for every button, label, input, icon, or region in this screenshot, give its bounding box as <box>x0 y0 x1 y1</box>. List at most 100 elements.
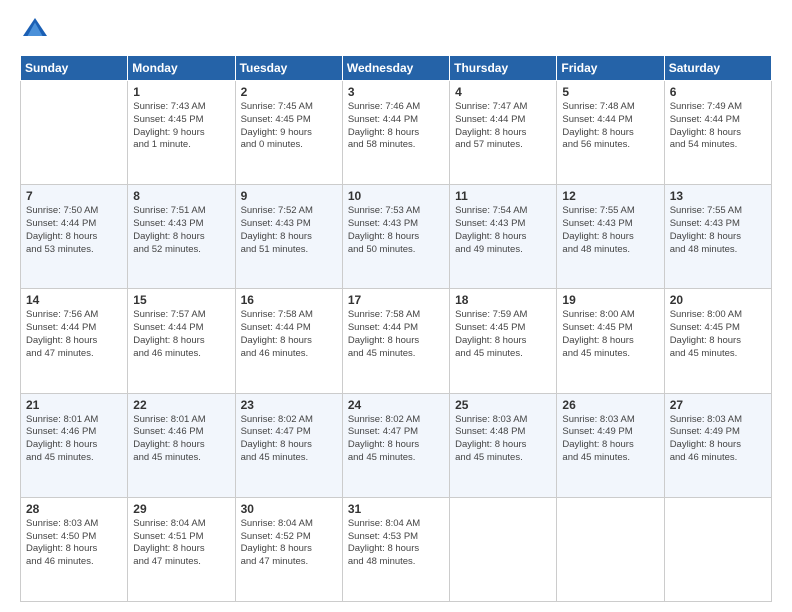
day-number: 28 <box>26 502 122 516</box>
day-number: 16 <box>241 293 337 307</box>
day-number: 5 <box>562 85 658 99</box>
day-info: Sunrise: 8:02 AM Sunset: 4:47 PM Dayligh… <box>241 414 337 465</box>
day-cell: 22 Sunrise: 8:01 AM Sunset: 4:46 PM Dayli… <box>128 393 235 497</box>
day-cell: 25 Sunrise: 8:03 AM Sunset: 4:48 PM Dayli… <box>450 393 557 497</box>
day-number: 30 <box>241 502 337 516</box>
day-info: Sunrise: 7:53 AM Sunset: 4:43 PM Dayligh… <box>348 205 444 256</box>
day-info: Sunrise: 8:03 AM Sunset: 4:49 PM Dayligh… <box>562 414 658 465</box>
day-cell: 30 Sunrise: 8:04 AM Sunset: 4:52 PM Dayli… <box>235 497 342 601</box>
day-number: 23 <box>241 398 337 412</box>
day-info: Sunrise: 7:48 AM Sunset: 4:44 PM Dayligh… <box>562 101 658 152</box>
day-info: Sunrise: 8:01 AM Sunset: 4:46 PM Dayligh… <box>26 414 122 465</box>
day-info: Sunrise: 7:43 AM Sunset: 4:45 PM Dayligh… <box>133 101 229 152</box>
day-cell: 17 Sunrise: 7:58 AM Sunset: 4:44 PM Dayli… <box>342 289 449 393</box>
day-info: Sunrise: 7:46 AM Sunset: 4:44 PM Dayligh… <box>348 101 444 152</box>
day-number: 25 <box>455 398 551 412</box>
header <box>20 15 772 45</box>
day-cell <box>450 497 557 601</box>
day-info: Sunrise: 7:51 AM Sunset: 4:43 PM Dayligh… <box>133 205 229 256</box>
day-cell: 27 Sunrise: 8:03 AM Sunset: 4:49 PM Dayli… <box>664 393 771 497</box>
day-cell: 19 Sunrise: 8:00 AM Sunset: 4:45 PM Dayli… <box>557 289 664 393</box>
day-info: Sunrise: 8:03 AM Sunset: 4:50 PM Dayligh… <box>26 518 122 569</box>
day-cell: 16Sunrise: 7:58 AM Sunset: 4:44 PM Dayli… <box>235 289 342 393</box>
day-header-friday: Friday <box>557 56 664 81</box>
day-number: 8 <box>133 189 229 203</box>
day-info: Sunrise: 7:47 AM Sunset: 4:44 PM Dayligh… <box>455 101 551 152</box>
day-info: Sunrise: 7:49 AM Sunset: 4:44 PM Dayligh… <box>670 101 766 152</box>
week-row-1: 1 Sunrise: 7:43 AM Sunset: 4:45 PM Daylig… <box>21 81 772 185</box>
day-info: Sunrise: 8:01 AM Sunset: 4:46 PM Dayligh… <box>133 414 229 465</box>
day-cell: 5 Sunrise: 7:48 AM Sunset: 4:44 PM Daylig… <box>557 81 664 185</box>
day-cell: 15 Sunrise: 7:57 AM Sunset: 4:44 PM Dayli… <box>128 289 235 393</box>
day-number: 19 <box>562 293 658 307</box>
day-number: 7 <box>26 189 122 203</box>
logo <box>20 15 54 45</box>
week-row-3: 14Sunrise: 7:56 AM Sunset: 4:44 PM Dayli… <box>21 289 772 393</box>
day-info: Sunrise: 7:50 AM Sunset: 4:44 PM Dayligh… <box>26 205 122 256</box>
day-number: 20 <box>670 293 766 307</box>
day-info: Sunrise: 7:58 AM Sunset: 4:44 PM Dayligh… <box>348 309 444 360</box>
day-cell <box>664 497 771 601</box>
day-info: Sunrise: 7:54 AM Sunset: 4:43 PM Dayligh… <box>455 205 551 256</box>
day-number: 27 <box>670 398 766 412</box>
day-cell: 29 Sunrise: 8:04 AM Sunset: 4:51 PM Dayli… <box>128 497 235 601</box>
day-number: 10 <box>348 189 444 203</box>
day-number: 11 <box>455 189 551 203</box>
day-header-tuesday: Tuesday <box>235 56 342 81</box>
day-number: 14 <box>26 293 122 307</box>
day-info: Sunrise: 7:55 AM Sunset: 4:43 PM Dayligh… <box>562 205 658 256</box>
day-number: 31 <box>348 502 444 516</box>
day-cell: 11 Sunrise: 7:54 AM Sunset: 4:43 PM Dayli… <box>450 185 557 289</box>
day-cell <box>21 81 128 185</box>
day-cell: 4 Sunrise: 7:47 AM Sunset: 4:44 PM Daylig… <box>450 81 557 185</box>
day-cell: 13Sunrise: 7:55 AM Sunset: 4:43 PM Dayli… <box>664 185 771 289</box>
day-header-monday: Monday <box>128 56 235 81</box>
day-number: 4 <box>455 85 551 99</box>
day-number: 17 <box>348 293 444 307</box>
day-number: 18 <box>455 293 551 307</box>
day-cell: 3 Sunrise: 7:46 AM Sunset: 4:44 PM Daylig… <box>342 81 449 185</box>
day-number: 24 <box>348 398 444 412</box>
day-cell: 14Sunrise: 7:56 AM Sunset: 4:44 PM Dayli… <box>21 289 128 393</box>
day-header-thursday: Thursday <box>450 56 557 81</box>
day-header-sunday: Sunday <box>21 56 128 81</box>
page: SundayMondayTuesdayWednesdayThursdayFrid… <box>0 0 792 612</box>
day-info: Sunrise: 7:45 AM Sunset: 4:45 PM Dayligh… <box>241 101 337 152</box>
day-cell: 8 Sunrise: 7:51 AM Sunset: 4:43 PM Daylig… <box>128 185 235 289</box>
day-info: Sunrise: 8:03 AM Sunset: 4:49 PM Dayligh… <box>670 414 766 465</box>
day-cell: 6 Sunrise: 7:49 AM Sunset: 4:44 PM Daylig… <box>664 81 771 185</box>
calendar: SundayMondayTuesdayWednesdayThursdayFrid… <box>20 55 772 602</box>
day-cell <box>557 497 664 601</box>
day-info: Sunrise: 8:03 AM Sunset: 4:48 PM Dayligh… <box>455 414 551 465</box>
day-info: Sunrise: 8:00 AM Sunset: 4:45 PM Dayligh… <box>562 309 658 360</box>
day-cell: 2Sunrise: 7:45 AM Sunset: 4:45 PM Daylig… <box>235 81 342 185</box>
day-number: 29 <box>133 502 229 516</box>
week-row-5: 28 Sunrise: 8:03 AM Sunset: 4:50 PM Dayli… <box>21 497 772 601</box>
week-row-4: 21Sunrise: 8:01 AM Sunset: 4:46 PM Dayli… <box>21 393 772 497</box>
day-info: Sunrise: 7:59 AM Sunset: 4:45 PM Dayligh… <box>455 309 551 360</box>
day-cell: 20 Sunrise: 8:00 AM Sunset: 4:45 PM Dayli… <box>664 289 771 393</box>
day-number: 22 <box>133 398 229 412</box>
day-info: Sunrise: 8:02 AM Sunset: 4:47 PM Dayligh… <box>348 414 444 465</box>
day-cell: 1 Sunrise: 7:43 AM Sunset: 4:45 PM Daylig… <box>128 81 235 185</box>
day-info: Sunrise: 8:04 AM Sunset: 4:51 PM Dayligh… <box>133 518 229 569</box>
day-number: 1 <box>133 85 229 99</box>
days-header-row: SundayMondayTuesdayWednesdayThursdayFrid… <box>21 56 772 81</box>
day-header-saturday: Saturday <box>664 56 771 81</box>
week-row-2: 7 Sunrise: 7:50 AM Sunset: 4:44 PM Daylig… <box>21 185 772 289</box>
day-cell: 24 Sunrise: 8:02 AM Sunset: 4:47 PM Dayli… <box>342 393 449 497</box>
day-cell: 9Sunrise: 7:52 AM Sunset: 4:43 PM Daylig… <box>235 185 342 289</box>
day-info: Sunrise: 8:00 AM Sunset: 4:45 PM Dayligh… <box>670 309 766 360</box>
day-number: 13 <box>670 189 766 203</box>
day-info: Sunrise: 8:04 AM Sunset: 4:52 PM Dayligh… <box>241 518 337 569</box>
day-cell: 23 Sunrise: 8:02 AM Sunset: 4:47 PM Dayli… <box>235 393 342 497</box>
day-number: 12 <box>562 189 658 203</box>
day-cell: 10 Sunrise: 7:53 AM Sunset: 4:43 PM Dayli… <box>342 185 449 289</box>
day-number: 6 <box>670 85 766 99</box>
day-number: 15 <box>133 293 229 307</box>
day-info: Sunrise: 7:57 AM Sunset: 4:44 PM Dayligh… <box>133 309 229 360</box>
day-number: 3 <box>348 85 444 99</box>
day-info: Sunrise: 7:52 AM Sunset: 4:43 PM Dayligh… <box>241 205 337 256</box>
day-header-wednesday: Wednesday <box>342 56 449 81</box>
day-info: Sunrise: 8:04 AM Sunset: 4:53 PM Dayligh… <box>348 518 444 569</box>
